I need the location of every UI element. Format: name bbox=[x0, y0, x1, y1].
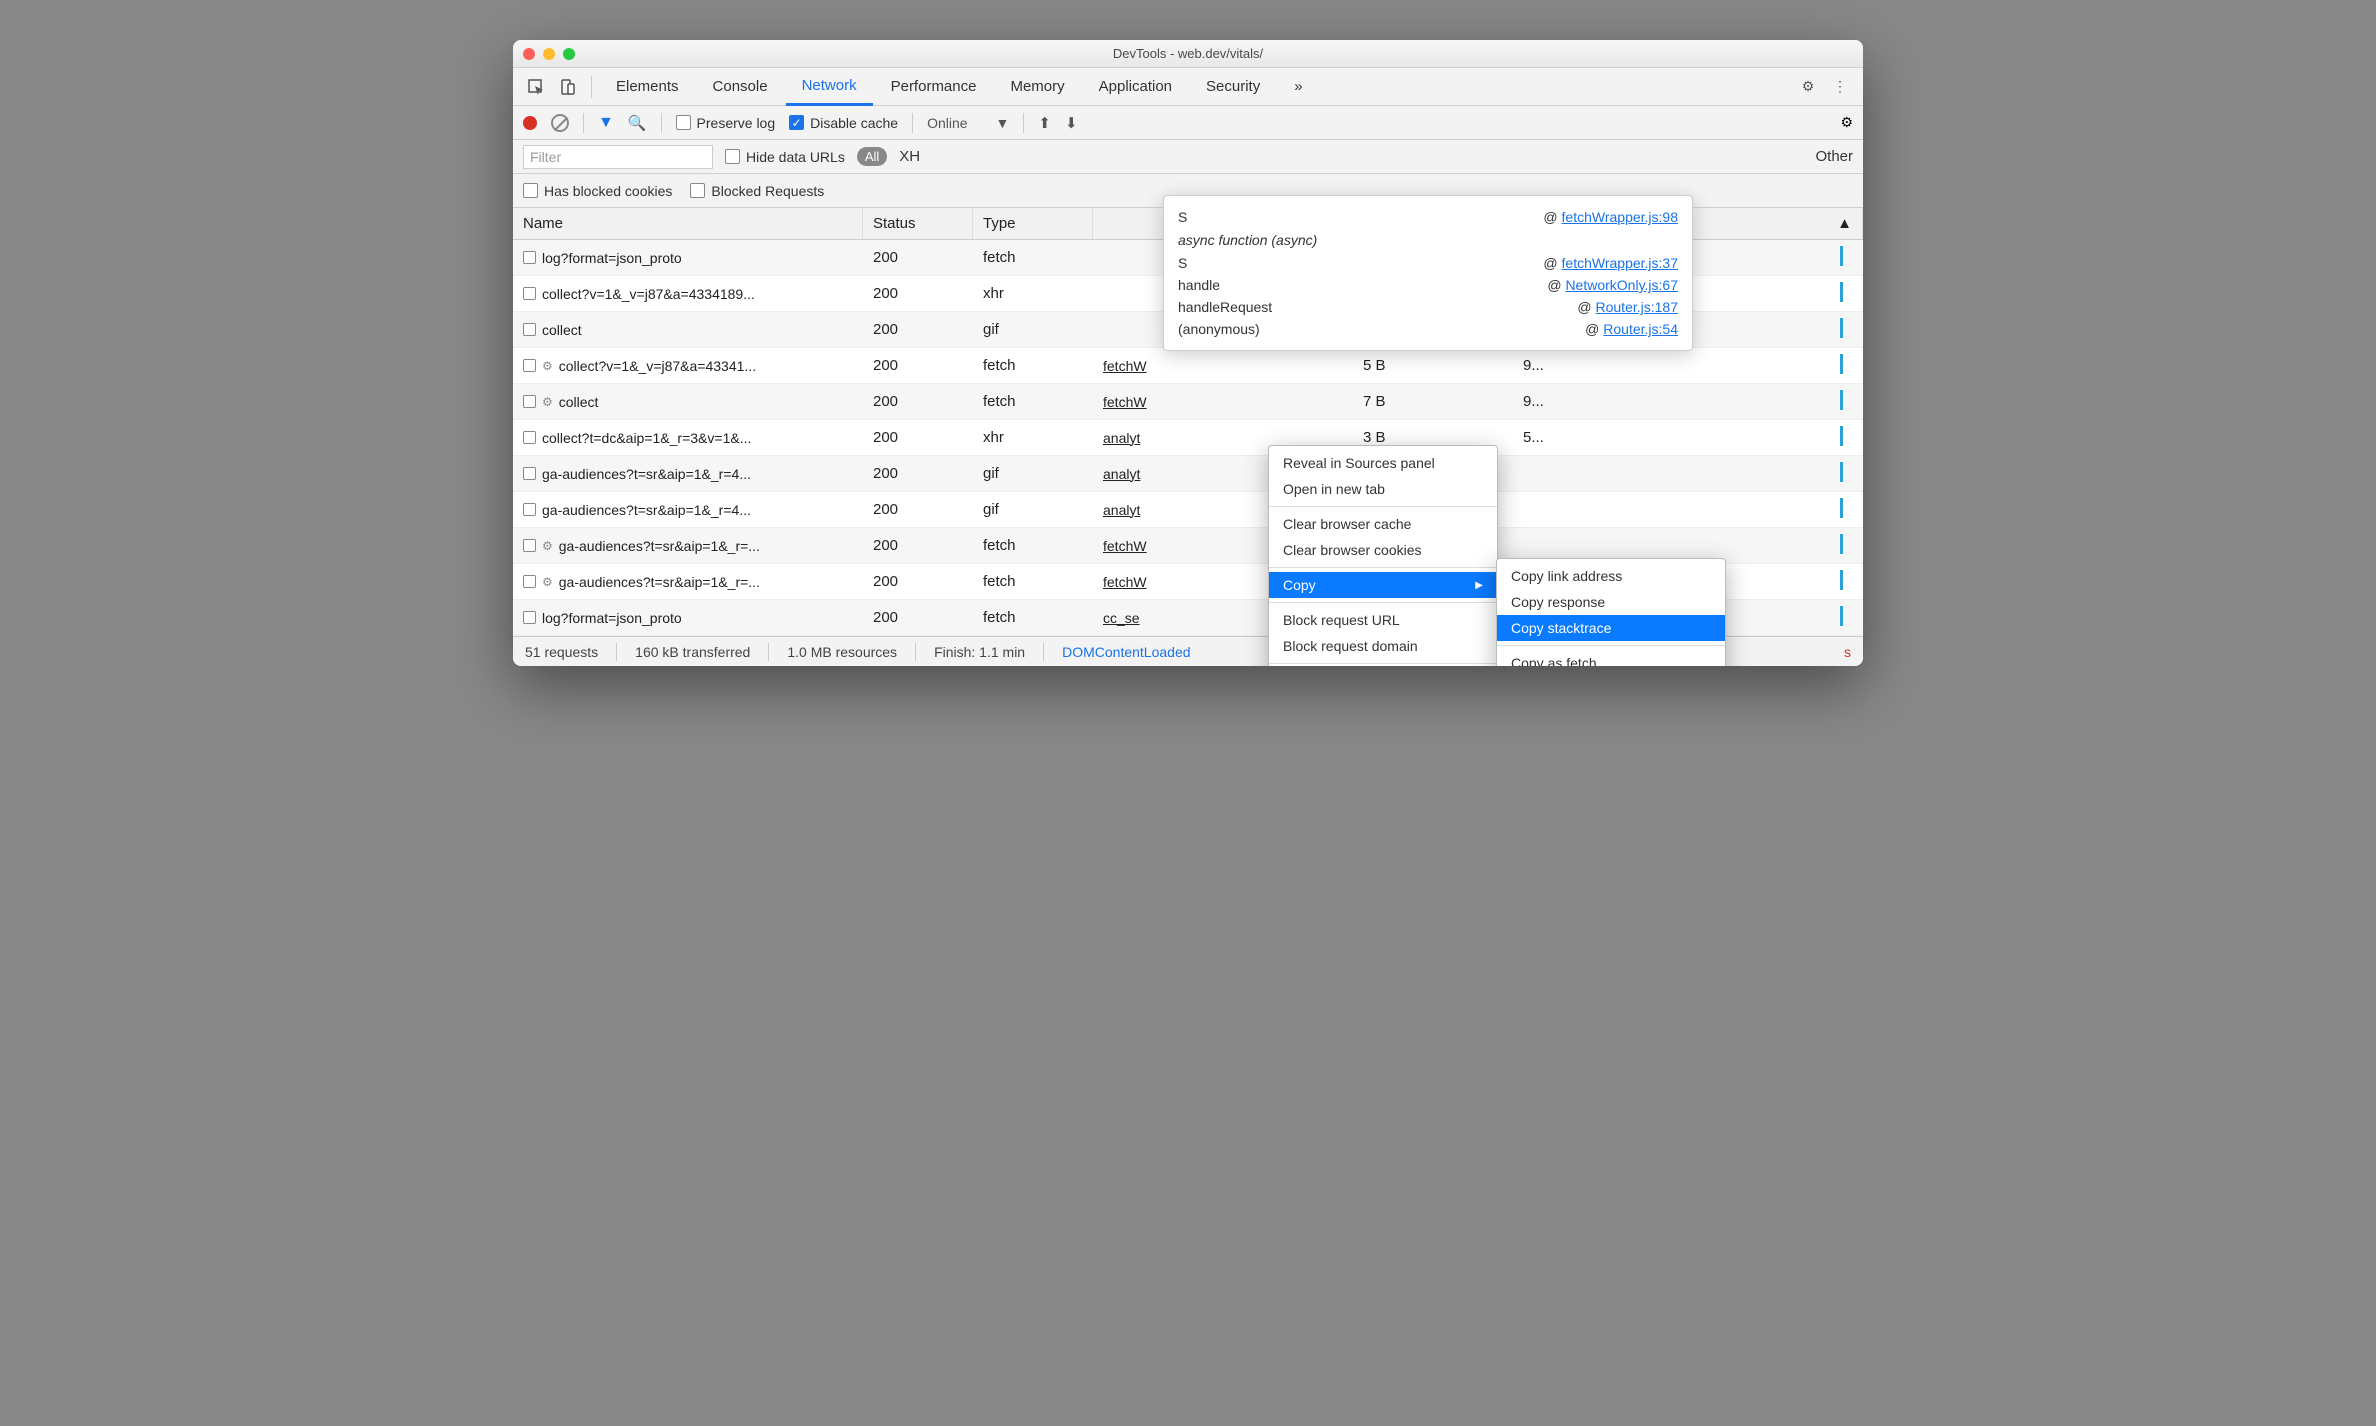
stack-link[interactable]: NetworkOnly.js:67 bbox=[1565, 277, 1678, 293]
ctx-copy[interactable]: Copy▶ bbox=[1269, 572, 1497, 598]
tab-performance[interactable]: Performance bbox=[875, 68, 993, 106]
main-toolbar: Elements Console Network Performance Mem… bbox=[513, 68, 1863, 106]
initiator-link[interactable]: analyt bbox=[1103, 466, 1140, 482]
row-checkbox[interactable] bbox=[523, 431, 536, 444]
gear-icon: ⚙ bbox=[542, 359, 553, 373]
tab-memory[interactable]: Memory bbox=[994, 68, 1080, 106]
stack-link[interactable]: fetchWrapper.js:37 bbox=[1562, 255, 1678, 271]
filter-xhr[interactable]: XH bbox=[899, 148, 920, 165]
sub-copy-link[interactable]: Copy link address bbox=[1497, 563, 1725, 589]
status-transferred: 160 kB transferred bbox=[635, 644, 750, 660]
kebab-icon[interactable]: ⋮ bbox=[1825, 72, 1855, 102]
table-row[interactable]: ⚙collect200fetchfetchW7 B9... bbox=[513, 384, 1863, 420]
window-title: DevTools - web.dev/vitals/ bbox=[513, 46, 1863, 61]
row-checkbox[interactable] bbox=[523, 359, 536, 372]
download-icon[interactable]: ⬇ bbox=[1065, 114, 1078, 132]
row-checkbox[interactable] bbox=[523, 575, 536, 588]
initiator-link[interactable]: analyt bbox=[1103, 502, 1140, 518]
network-toolbar: ▼ 🔍 Preserve log Disable cache Online▼ ⬆… bbox=[513, 106, 1863, 140]
ctx-block-domain[interactable]: Block request domain bbox=[1269, 633, 1497, 659]
ctx-reveal[interactable]: Reveal in Sources panel bbox=[1269, 450, 1497, 476]
table-row[interactable]: collect?t=dc&aip=1&_r=3&v=1&...200xhrana… bbox=[513, 420, 1863, 456]
hide-data-urls-checkbox[interactable]: Hide data URLs bbox=[725, 149, 845, 165]
gear-icon[interactable]: ⚙ bbox=[1793, 72, 1823, 102]
stack-link[interactable]: Router.js:187 bbox=[1596, 299, 1679, 315]
preserve-log-checkbox[interactable]: Preserve log bbox=[676, 115, 776, 131]
status-load-suffix: s bbox=[1844, 644, 1851, 660]
search-icon[interactable]: 🔍 bbox=[628, 114, 647, 132]
ctx-clear-cache[interactable]: Clear browser cache bbox=[1269, 511, 1497, 537]
initiator-link[interactable]: fetchW bbox=[1103, 358, 1147, 374]
record-icon[interactable] bbox=[523, 116, 537, 130]
more-tabs[interactable]: » bbox=[1278, 68, 1318, 106]
table-row[interactable]: ga-audiences?t=sr&aip=1&_r=4...200gifana… bbox=[513, 492, 1863, 528]
settings-icon[interactable]: ⚙ bbox=[1840, 114, 1853, 131]
throttle-select[interactable]: Online▼ bbox=[927, 115, 1009, 131]
stack-link[interactable]: Router.js:54 bbox=[1603, 321, 1678, 337]
status-requests: 51 requests bbox=[525, 644, 598, 660]
context-menu: Reveal in Sources panel Open in new tab … bbox=[1268, 445, 1498, 666]
gear-icon: ⚙ bbox=[542, 539, 553, 553]
upload-icon[interactable]: ⬆ bbox=[1038, 114, 1051, 132]
table-row[interactable]: ga-audiences?t=sr&aip=1&_r=4...200gifana… bbox=[513, 456, 1863, 492]
row-checkbox[interactable] bbox=[523, 323, 536, 336]
row-checkbox[interactable] bbox=[523, 251, 536, 264]
initiator-link[interactable]: fetchW bbox=[1103, 394, 1147, 410]
initiator-link[interactable]: fetchW bbox=[1103, 574, 1147, 590]
row-checkbox[interactable] bbox=[523, 611, 536, 624]
tab-console[interactable]: Console bbox=[697, 68, 784, 106]
clear-icon[interactable] bbox=[551, 114, 569, 132]
ctx-clear-cookies[interactable]: Clear browser cookies bbox=[1269, 537, 1497, 563]
status-resources: 1.0 MB resources bbox=[787, 644, 897, 660]
gear-icon: ⚙ bbox=[542, 575, 553, 589]
initiator-link[interactable]: cc_se bbox=[1103, 610, 1140, 626]
has-blocked-checkbox[interactable]: Has blocked cookies bbox=[523, 183, 672, 199]
blocked-requests-checkbox[interactable]: Blocked Requests bbox=[690, 183, 824, 199]
col-type[interactable]: Type bbox=[973, 208, 1093, 239]
tab-application[interactable]: Application bbox=[1083, 68, 1188, 106]
row-checkbox[interactable] bbox=[523, 395, 536, 408]
device-icon[interactable] bbox=[553, 72, 583, 102]
row-checkbox[interactable] bbox=[523, 287, 536, 300]
initiator-link[interactable]: fetchW bbox=[1103, 538, 1147, 554]
ctx-open-new[interactable]: Open in new tab bbox=[1269, 476, 1497, 502]
ctx-block-url[interactable]: Block request URL bbox=[1269, 607, 1497, 633]
col-name[interactable]: Name bbox=[513, 208, 863, 239]
row-checkbox[interactable] bbox=[523, 467, 536, 480]
stacktrace-tooltip: S@ fetchWrapper.js:98 async function (as… bbox=[1163, 195, 1693, 351]
sub-copy-response[interactable]: Copy response bbox=[1497, 589, 1725, 615]
row-checkbox[interactable] bbox=[523, 503, 536, 516]
tab-network[interactable]: Network bbox=[786, 68, 873, 106]
col-status[interactable]: Status bbox=[863, 208, 973, 239]
table-row[interactable]: ⚙collect?v=1&_v=j87&a=43341...200fetchfe… bbox=[513, 348, 1863, 384]
stack-link[interactable]: fetchWrapper.js:98 bbox=[1562, 209, 1678, 225]
filter-icon[interactable]: ▼ bbox=[598, 114, 614, 132]
copy-submenu: Copy link address Copy response Copy sta… bbox=[1496, 558, 1726, 666]
filter-all[interactable]: All bbox=[857, 147, 887, 166]
sub-copy-fetch[interactable]: Copy as fetch bbox=[1497, 650, 1725, 666]
initiator-link[interactable]: analyt bbox=[1103, 430, 1140, 446]
status-dcl: DOMContentLoaded bbox=[1062, 644, 1190, 660]
tab-elements[interactable]: Elements bbox=[600, 68, 695, 106]
devtools-window: DevTools - web.dev/vitals/ Elements Cons… bbox=[513, 40, 1863, 666]
gear-icon: ⚙ bbox=[542, 395, 553, 409]
row-checkbox[interactable] bbox=[523, 539, 536, 552]
filter-input[interactable]: Filter bbox=[523, 145, 713, 169]
filter-toolbar: Filter Hide data URLs All XH Other bbox=[513, 140, 1863, 174]
disable-cache-checkbox[interactable]: Disable cache bbox=[789, 115, 898, 131]
titlebar: DevTools - web.dev/vitals/ bbox=[513, 40, 1863, 68]
sub-copy-stacktrace[interactable]: Copy stacktrace bbox=[1497, 615, 1725, 641]
filter-other[interactable]: Other bbox=[1815, 148, 1853, 165]
inspect-icon[interactable] bbox=[521, 72, 551, 102]
tab-security[interactable]: Security bbox=[1190, 68, 1276, 106]
status-finish: Finish: 1.1 min bbox=[934, 644, 1025, 660]
